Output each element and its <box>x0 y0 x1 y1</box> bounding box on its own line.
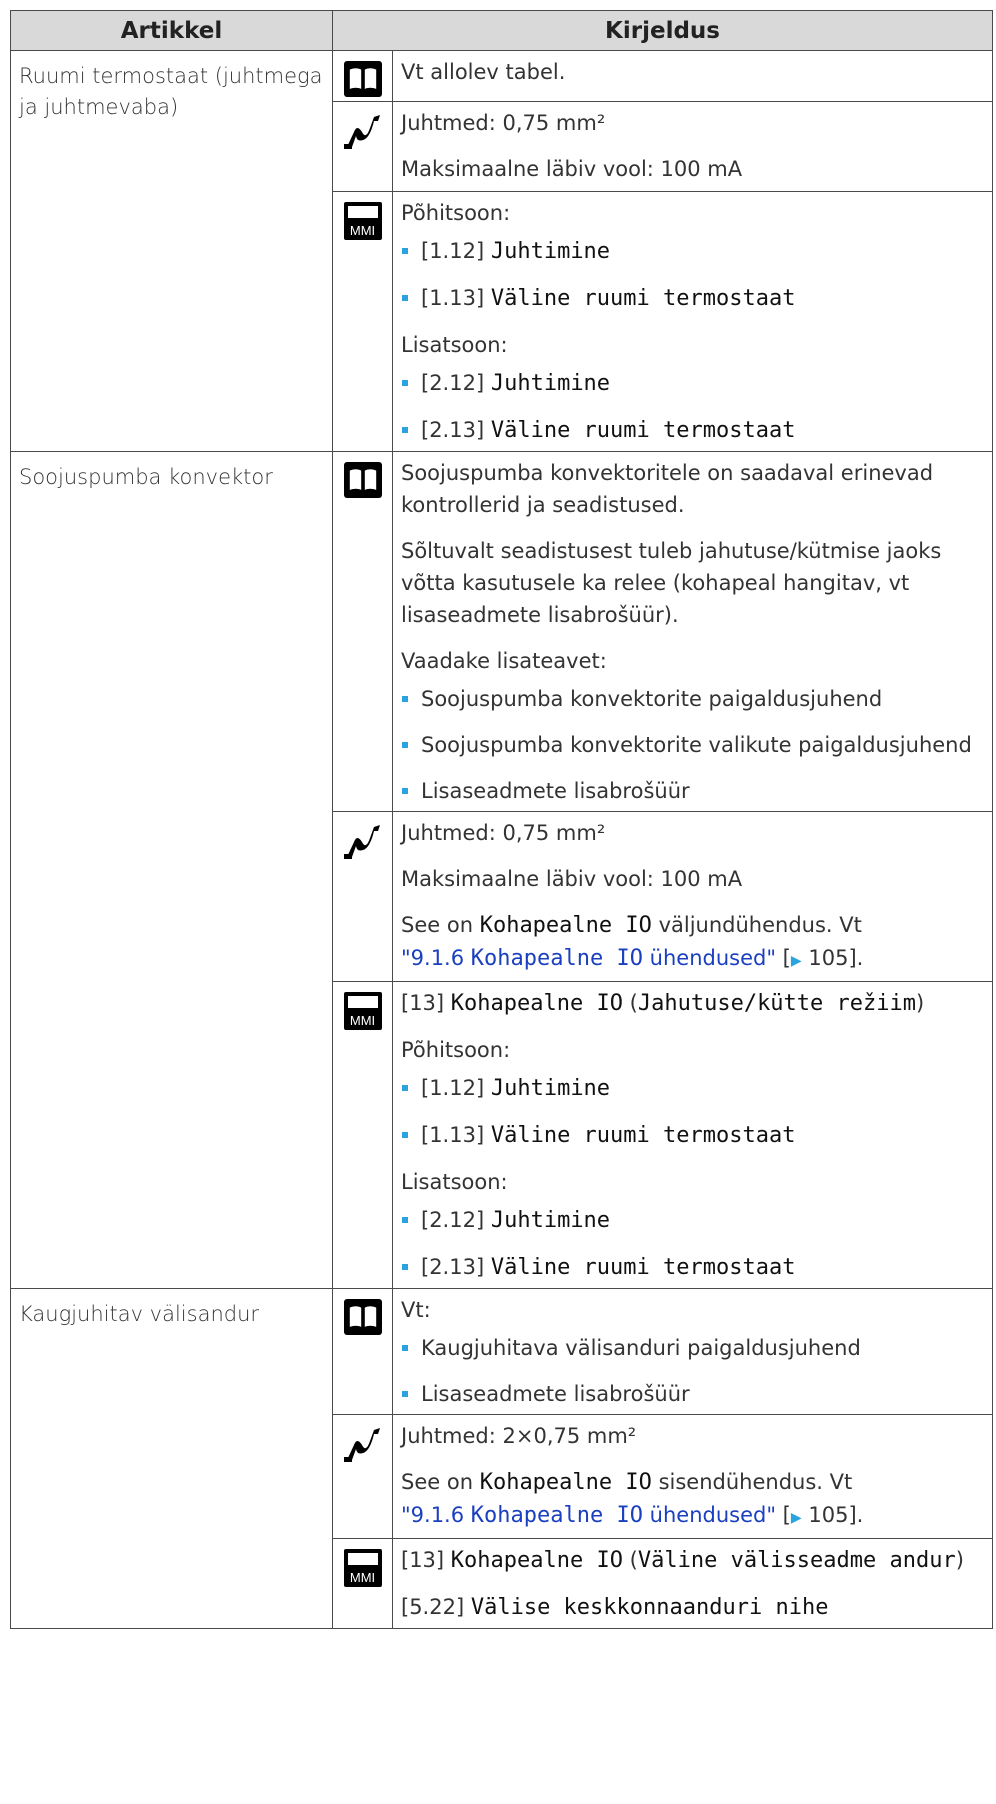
list-item: Lisaseadmete lisabrošüür <box>393 775 992 807</box>
desc-text: [13] Kohapealne IO (Väline välisseadme a… <box>401 1548 964 1573</box>
desc-text: Juhtmed: 2×0,75 mm² <box>401 1424 637 1448</box>
icon-cell <box>332 1414 393 1539</box>
page-ref[interactable]: 105 <box>808 1503 848 1527</box>
list-item: [2.12] Juhtimine <box>393 367 992 400</box>
list-item: Soojuspumba konvektorite valikute paigal… <box>393 729 992 761</box>
desc-cell: Vt allolev tabel. <box>391 50 994 102</box>
desc-text: Juhtmed: 0,75 mm² <box>401 111 606 135</box>
table-row: Soojuspumba konvektor Soojuspumba konvek… <box>10 451 994 1289</box>
icon-cell <box>332 1288 393 1415</box>
desc-text: Maksimaalne läbiv vool: 100 mA <box>401 867 743 891</box>
wiring-icon <box>343 1428 380 1462</box>
page-ref[interactable]: 105 <box>808 946 848 970</box>
spec-table: Artikkel Kirjeldus Ruumi termostaat (juh… <box>10 10 994 1629</box>
desc-cell: Juhtmed: 2×0,75 mm² See on Kohapealne IO… <box>391 1414 994 1539</box>
icon-cell <box>332 101 393 192</box>
item-remote-outdoor-sensor: Kaugjuhitav välisandur <box>10 1288 333 1629</box>
icon-cell: MMI <box>332 191 393 452</box>
list-item: [1.12] Juhtimine <box>393 235 992 268</box>
desc-cell: Juhtmed: 0,75 mm² Maksimaalne läbiv vool… <box>391 101 994 192</box>
list-item: [2.12] Juhtimine <box>393 1204 992 1237</box>
table-header-row: Artikkel Kirjeldus <box>10 10 994 51</box>
wiring-icon <box>343 115 380 149</box>
desc-text: Lisatsoon: <box>401 333 508 357</box>
wiring-icon <box>343 825 380 859</box>
manual-book-icon <box>343 1299 382 1335</box>
item-heat-pump-convector: Soojuspumba konvektor <box>10 451 333 1289</box>
desc-text: Lisatsoon: <box>401 1170 508 1194</box>
section-link[interactable]: "9.1.6 Kohapealne IO ühendused" <box>401 946 776 971</box>
page-ref-arrow-icon: ▶ <box>790 953 802 969</box>
desc-cell: Soojuspumba konvektoritele on saadaval e… <box>391 451 994 812</box>
table-row: Kaugjuhitav välisandur Vt: Kaugjuhitava … <box>10 1288 994 1629</box>
desc-text: Vt: <box>401 1298 431 1322</box>
desc-text: Juhtmed: 0,75 mm² <box>401 821 606 845</box>
icon-cell <box>332 50 393 102</box>
list-item: Soojuspumba konvektorite paigaldusjuhend <box>393 683 992 715</box>
desc-cell: Vt: Kaugjuhitava välisanduri paigaldusju… <box>391 1288 994 1415</box>
icon-cell <box>332 451 393 812</box>
desc-text: Vt allolev tabel. <box>401 60 566 84</box>
list-item: Kaugjuhitava välisanduri paigaldusjuhend <box>393 1332 992 1364</box>
section-link[interactable]: "9.1.6 Kohapealne IO ühendused" <box>401 1503 776 1528</box>
desc-text: [13] Kohapealne IO (Jahutuse/kütte režii… <box>401 991 925 1016</box>
mmi-controller-icon: MMI <box>343 992 382 1030</box>
list-item: [2.13] Väline ruumi termostaat <box>393 414 992 447</box>
desc-text: Põhitsoon: <box>401 1038 511 1062</box>
list-item: [1.13] Väline ruumi termostaat <box>393 1119 992 1152</box>
desc-text: Põhitsoon: <box>401 201 511 225</box>
header-artikkel: Artikkel <box>10 10 333 51</box>
list-item: [1.13] Väline ruumi termostaat <box>393 282 992 315</box>
desc-cell: [13] Kohapealne IO (Jahutuse/kütte režii… <box>391 981 994 1289</box>
page-ref-arrow-icon: ▶ <box>790 1510 802 1526</box>
icon-cell: MMI <box>332 1538 393 1629</box>
desc-text: Soojuspumba konvektoritele on saadaval e… <box>401 461 934 517</box>
desc-text: See on Kohapealne IO sisendühendus. Vt "… <box>401 1470 864 1528</box>
desc-text: [5.22] Välise keskkonnaanduri nihe <box>401 1595 829 1620</box>
desc-cell: Juhtmed: 0,75 mm² Maksimaalne läbiv vool… <box>391 811 994 982</box>
icon-cell <box>332 811 393 982</box>
desc-text: Sõltuvalt seadistusest tuleb jahutuse/kü… <box>401 539 942 627</box>
desc-text: See on Kohapealne IO väljundühendus. Vt … <box>401 913 864 971</box>
list-item: Lisaseadmete lisabrošüür <box>393 1378 992 1410</box>
desc-text: Vaadake lisateavet: <box>401 649 607 673</box>
icon-cell: MMI <box>332 981 393 1289</box>
table-row: Ruumi termostaat (juhtmega ja juhtmevaba… <box>10 50 994 452</box>
header-kirjeldus: Kirjeldus <box>331 10 994 51</box>
list-item: [2.13] Väline ruumi termostaat <box>393 1251 992 1284</box>
desc-text: Maksimaalne läbiv vool: 100 mA <box>401 157 743 181</box>
manual-book-icon <box>343 61 382 97</box>
manual-book-icon <box>343 462 382 498</box>
desc-cell: Põhitsoon: [1.12] Juhtimine [1.13] Välin… <box>391 191 994 452</box>
list-item: [1.12] Juhtimine <box>393 1072 992 1105</box>
item-room-thermostat: Ruumi termostaat (juhtmega ja juhtmevaba… <box>10 50 333 452</box>
mmi-controller-icon: MMI <box>343 202 382 240</box>
mmi-controller-icon: MMI <box>343 1549 382 1587</box>
desc-cell: [13] Kohapealne IO (Väline välisseadme a… <box>391 1538 994 1629</box>
